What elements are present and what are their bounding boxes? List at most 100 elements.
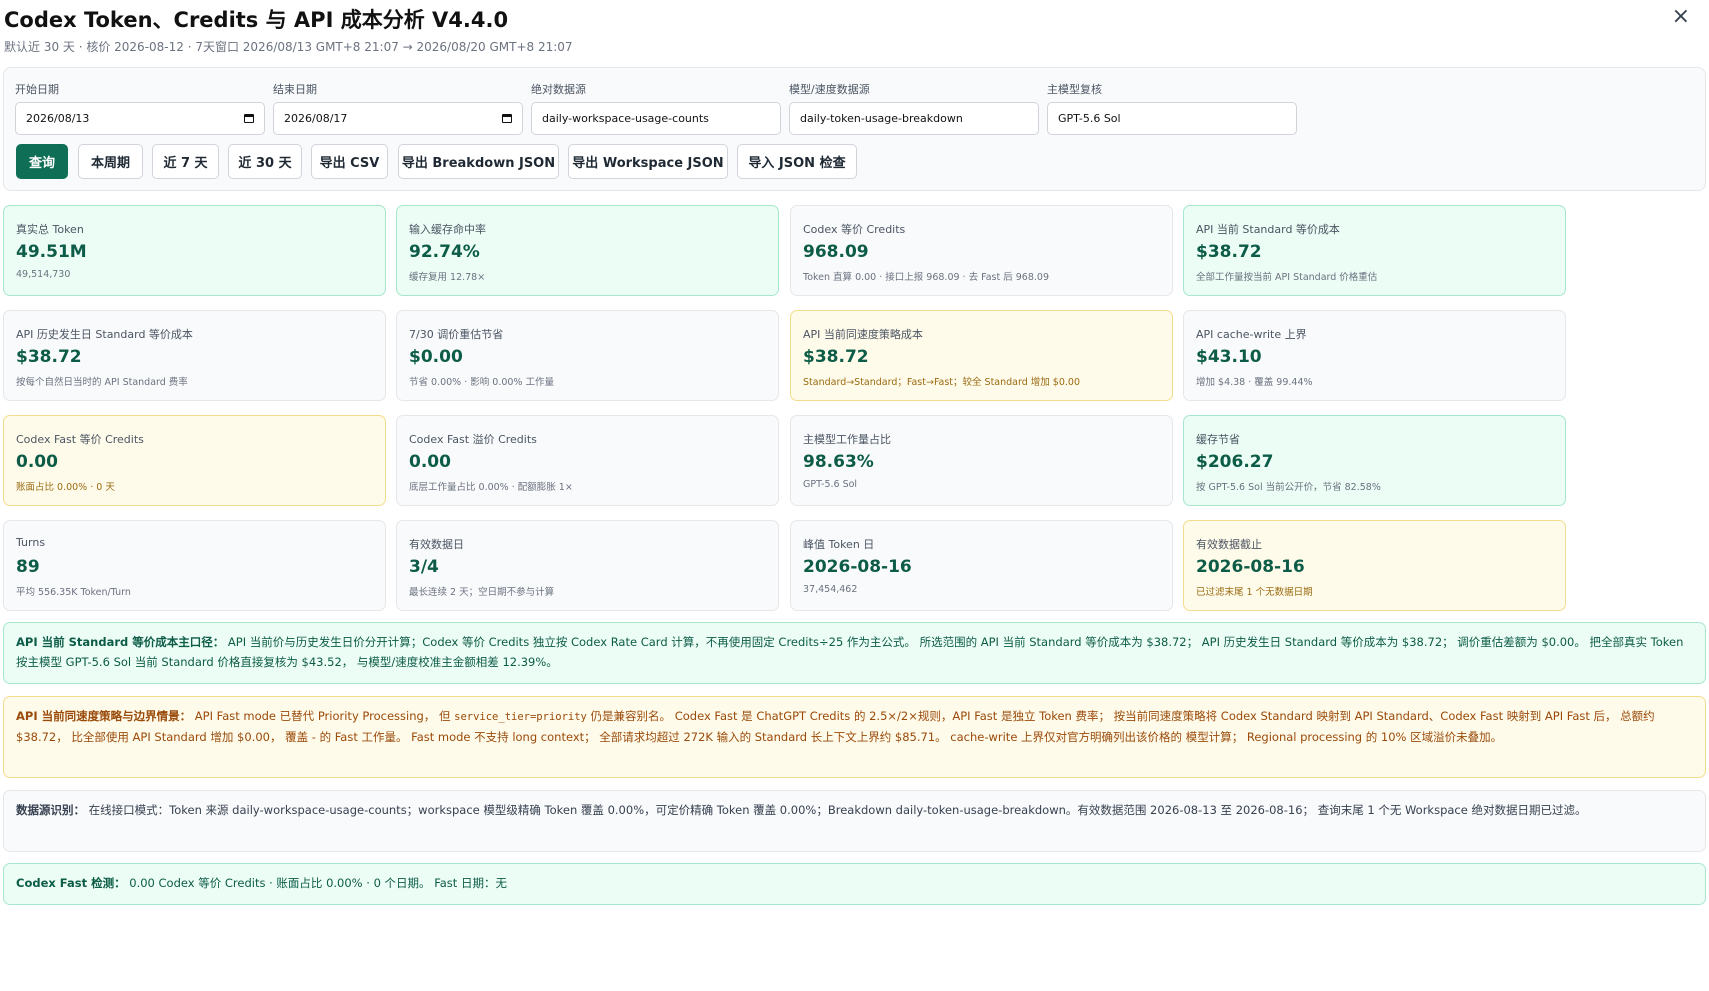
metric-card: 有效数据日 3/4 最长连续 2 天；空日期不参与计算 (396, 520, 779, 611)
metric-value: 49.51M (16, 242, 87, 262)
metric-label: 主模型工作量占比 (803, 433, 891, 446)
metric-value: 98.63% (803, 452, 874, 472)
metric-sub: 平均 556.35K Token/Turn (16, 587, 131, 598)
metric-sub: GPT-5.6 Sol (803, 479, 858, 490)
metric-label: 7/30 调价重估节省 (409, 328, 504, 341)
metric-card: API 历史发生日 Standard 等价成本 $38.72 按每个自然日当时的 A… (3, 310, 386, 401)
metric-label: API 历史发生日 Standard 等价成本 (16, 328, 193, 341)
metric-card: 7/30 调价重估节省 $0.00 节省 0.00% · 影响 0.00% 工作量 (396, 310, 779, 401)
speed-strategy-note: API 当前同速度策略与边界情景： API Fast mode 已替代 Prio… (3, 696, 1706, 778)
calendar-icon[interactable] (244, 114, 254, 123)
main-model-label: 主模型复核 (1047, 83, 1102, 96)
metric-card: Codex Fast 等价 Credits 0.00 账面占比 0.00% · 0 … (3, 415, 386, 506)
metric-label: 峰值 Token 日 (803, 538, 875, 551)
note-text: 在线接口模式：Token 来源 daily-workspace-usage-co… (88, 803, 1587, 817)
calendar-icon[interactable] (502, 114, 512, 123)
metric-value: $206.27 (1196, 452, 1274, 472)
model-source-label: 模型/速度数据源 (789, 83, 870, 96)
metric-sub: 全部工作量按当前 API Standard 价格重估 (1196, 272, 1378, 283)
note-text: 0.00 Codex 等价 Credits · 账面占比 0.00% · 0 个… (129, 876, 507, 890)
metric-value: 92.74% (409, 242, 480, 262)
metric-sub: 49,514,730 (16, 269, 71, 280)
start-date-value: 2026/08/13 (26, 112, 90, 125)
metric-value: 0.00 (16, 452, 58, 472)
this-week-button[interactable]: 本周期 (78, 144, 143, 179)
metric-value: 3/4 (409, 557, 439, 577)
start-date-label: 开始日期 (15, 83, 59, 96)
metric-label: API 当前同速度策略成本 (803, 328, 923, 341)
end-date-field: 结束日期 2026/08/17 (273, 81, 523, 135)
metric-sub: 节省 0.00% · 影响 0.00% 工作量 (409, 377, 554, 388)
metric-card: Turns 89 平均 556.35K Token/Turn (3, 520, 386, 611)
metric-value: 89 (16, 557, 40, 577)
metric-label: API 当前 Standard 等价成本 (1196, 223, 1340, 236)
metric-label: 真实总 Token (16, 223, 84, 236)
metric-value: 968.09 (803, 242, 869, 262)
last-30-days-button[interactable]: 近 30 天 (228, 144, 302, 179)
filter-panel: 开始日期 2026/08/13 结束日期 2026/08/17 绝对数据源 da… (3, 67, 1706, 191)
metric-sub: 缓存复用 12.78× (409, 272, 486, 283)
metric-label: API cache-write 上界 (1196, 328, 1307, 341)
note-text: API 当前价与历史发生日价分开计算；Codex 等价 Credits 独立按 … (16, 635, 1684, 669)
metric-card: 有效数据截止 2026-08-16 已过滤末尾 1 个无数据日期 (1183, 520, 1566, 611)
metric-label: Turns (16, 536, 46, 549)
main-model-value: GPT-5.6 Sol (1058, 112, 1121, 125)
metric-sub: 已过滤末尾 1 个无数据日期 (1196, 587, 1313, 598)
metric-card: 真实总 Token 49.51M 49,514,730 (3, 205, 386, 296)
metric-card: API cache-write 上界 $43.10 增加 $4.38 · 覆盖 99… (1183, 310, 1566, 401)
metric-card: Codex Fast 溢价 Credits 0.00 底层工作量占比 0.00% ·… (396, 415, 779, 506)
absolute-source-field: 绝对数据源 daily-workspace-usage-counts (531, 81, 781, 135)
import-json-check-button[interactable]: 导入 JSON 检查 (737, 144, 857, 179)
note-title: 数据源识别： (16, 803, 85, 817)
metric-value: $38.72 (16, 347, 82, 367)
metric-sub: 37,454,462 (803, 584, 858, 595)
data-source-note: 数据源识别： 在线接口模式：Token 来源 daily-workspace-u… (3, 790, 1706, 852)
model-source-value: daily-token-usage-breakdown (800, 112, 963, 125)
metric-value: 2026-08-16 (1196, 557, 1305, 577)
note-text: API Fast mode 已替代 Priority Processing， 但 (194, 709, 455, 723)
main-model-input[interactable]: GPT-5.6 Sol (1047, 102, 1297, 135)
main-model-field: 主模型复核 GPT-5.6 Sol (1047, 81, 1297, 135)
model-source-field: 模型/速度数据源 daily-token-usage-breakdown (789, 81, 1039, 135)
metric-sub: 账面占比 0.00% · 0 天 (16, 482, 115, 493)
codex-fast-note: Codex Fast 检测： 0.00 Codex 等价 Credits · 账… (3, 863, 1706, 905)
page-subtitle: 默认近 30 天 · 核价 2026-08-12 · 7天窗口 2026/08/… (4, 40, 573, 54)
metric-sub: Standard→Standard；Fast→Fast；较全 Standard … (803, 377, 1081, 388)
metric-sub: 按每个自然日当时的 API Standard 费率 (16, 377, 188, 388)
metric-label: 有效数据日 (409, 538, 464, 551)
note-title: API 当前同速度策略与边界情景： (16, 709, 192, 723)
metric-sub: Token 直算 0.00 · 接口上报 968.09 · 去 Fast 后 9… (803, 272, 1049, 283)
model-source-input[interactable]: daily-token-usage-breakdown (789, 102, 1039, 135)
metric-card: 缓存节省 $206.27 按 GPT-5.6 Sol 当前公开价，节省 82.58% (1183, 415, 1566, 506)
metric-card: 主模型工作量占比 98.63% GPT-5.6 Sol (790, 415, 1173, 506)
end-date-input[interactable]: 2026/08/17 (273, 102, 523, 135)
metric-card: Codex 等价 Credits 968.09 Token 直算 0.00 · 接口… (790, 205, 1173, 296)
metric-value: 2026-08-16 (803, 557, 912, 577)
close-icon[interactable]: × (1672, 6, 1690, 28)
end-date-label: 结束日期 (273, 83, 317, 96)
service-tier-code: service_tier=priority (454, 711, 587, 723)
note-title: API 当前 Standard 等价成本主口径： (16, 635, 225, 649)
page-header: Codex Token、Credits 与 API 成本分析 V4.4.0 默认… (4, 2, 1704, 62)
start-date-field: 开始日期 2026/08/13 (15, 81, 265, 135)
last-7-days-button[interactable]: 近 7 天 (152, 144, 219, 179)
metric-card: API 当前 Standard 等价成本 $38.72 全部工作量按当前 API S… (1183, 205, 1566, 296)
metric-sub: 增加 $4.38 · 覆盖 99.44% (1196, 377, 1313, 388)
export-workspace-json-button[interactable]: 导出 Workspace JSON (568, 144, 728, 179)
metric-label: 有效数据截止 (1196, 538, 1262, 551)
query-button[interactable]: 查询 (16, 144, 68, 179)
metric-value: 0.00 (409, 452, 451, 472)
metric-sub: 最长连续 2 天；空日期不参与计算 (409, 587, 555, 598)
metric-card: 输入缓存命中率 92.74% 缓存复用 12.78× (396, 205, 779, 296)
end-date-value: 2026/08/17 (284, 112, 348, 125)
metric-label: 输入缓存命中率 (409, 223, 486, 236)
start-date-input[interactable]: 2026/08/13 (15, 102, 265, 135)
absolute-source-value: daily-workspace-usage-counts (542, 112, 709, 125)
metric-label: Codex Fast 等价 Credits (16, 433, 144, 446)
export-csv-button[interactable]: 导出 CSV (311, 144, 388, 179)
absolute-source-input[interactable]: daily-workspace-usage-counts (531, 102, 781, 135)
metric-sub: 底层工作量占比 0.00% · 配额膨胀 1× (409, 482, 573, 493)
metric-label: Codex 等价 Credits (803, 223, 906, 236)
export-breakdown-json-button[interactable]: 导出 Breakdown JSON (398, 144, 559, 179)
metric-value: $38.72 (803, 347, 869, 367)
